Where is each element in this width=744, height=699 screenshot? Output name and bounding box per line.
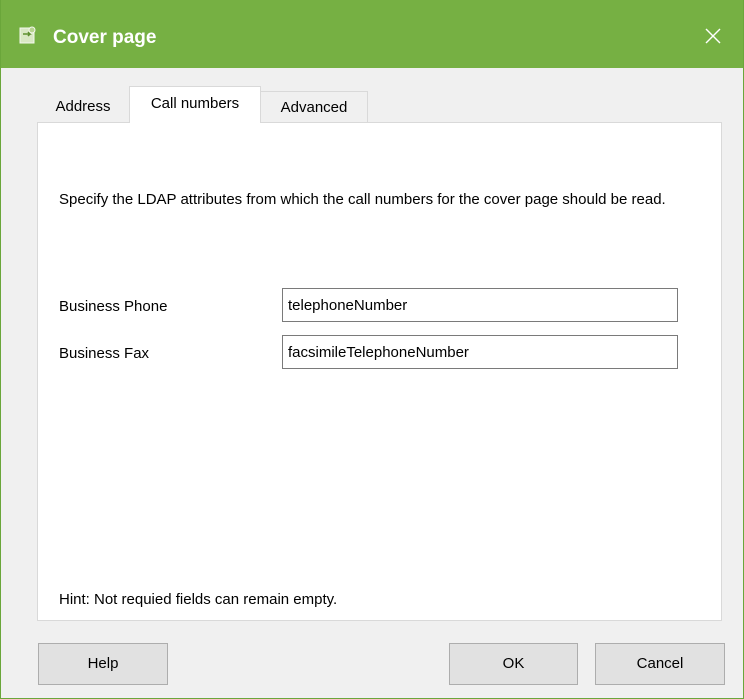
title-bar: Cover page: [1, 0, 743, 68]
business-fax-label: Business Fax: [59, 345, 150, 362]
tab-call-numbers[interactable]: Call numbers: [129, 86, 261, 123]
call-numbers-panel: Specify the LDAP attributes from which t…: [37, 122, 722, 621]
close-button[interactable]: [693, 16, 733, 56]
help-button[interactable]: Help: [38, 643, 168, 685]
app-icon: [18, 25, 38, 45]
cancel-button[interactable]: Cancel: [595, 643, 725, 685]
ok-button[interactable]: OK: [449, 643, 578, 685]
cover-page-dialog: Cover page Address Call numbers Advanced…: [0, 0, 744, 699]
business-phone-input[interactable]: [282, 288, 678, 322]
business-fax-input[interactable]: [282, 335, 678, 369]
business-phone-label: Business Phone: [59, 298, 168, 315]
tab-advanced[interactable]: Advanced: [261, 91, 368, 122]
tab-address[interactable]: Address: [37, 91, 129, 122]
close-icon: [705, 28, 721, 44]
panel-description: Specify the LDAP attributes from which t…: [59, 191, 666, 208]
hint-text: Hint: Not requied fields can remain empt…: [59, 591, 338, 608]
window-title: Cover page: [53, 27, 157, 48]
